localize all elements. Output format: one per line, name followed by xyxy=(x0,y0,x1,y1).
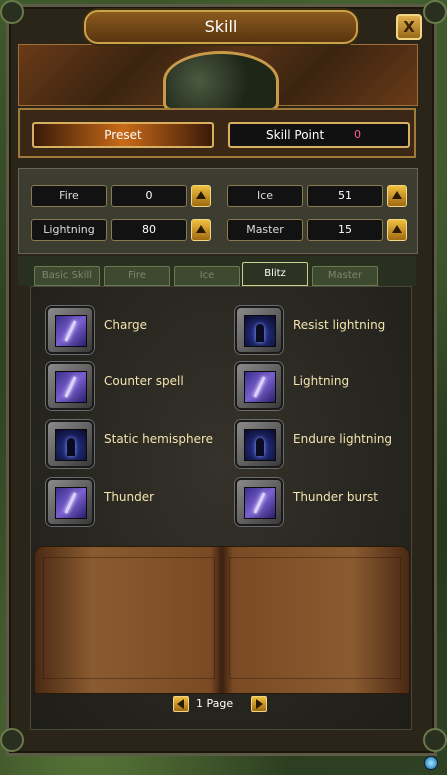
bolt-icon xyxy=(55,487,87,519)
stat-name: Master xyxy=(227,219,303,241)
figure-icon xyxy=(55,429,87,461)
close-button[interactable]: X xyxy=(396,14,422,40)
skill-tabs: Basic Skill Fire Ice Blitz Master xyxy=(18,256,416,286)
skill-point-value: 0 xyxy=(354,128,361,141)
figure-icon xyxy=(244,429,276,461)
stat-value: 0 xyxy=(111,185,187,207)
bolt-icon xyxy=(244,371,276,403)
stat-value: 80 xyxy=(111,219,187,241)
preset-button[interactable]: Preset xyxy=(32,122,214,148)
next-page-button[interactable] xyxy=(251,696,267,712)
skill-name: Resist lightning xyxy=(293,318,386,332)
figure-icon xyxy=(244,315,276,347)
status-orb-icon[interactable] xyxy=(424,756,438,770)
corner-ornament xyxy=(423,728,447,752)
corner-ornament xyxy=(423,0,447,24)
element-stats-panel: Fire 0 Ice 51 Lightning 80 Master 15 xyxy=(18,168,418,254)
banner-emblem xyxy=(163,51,279,111)
stat-value: 51 xyxy=(307,185,383,207)
spellbook-decoration xyxy=(34,546,410,694)
page-indicator: 1 Page xyxy=(196,697,234,710)
skill-name: Counter spell xyxy=(104,374,184,388)
increase-fire-button[interactable] xyxy=(191,185,211,207)
tab-master[interactable]: Master xyxy=(312,266,378,286)
skill-point-label: Skill Point xyxy=(266,128,325,142)
tab-ice[interactable]: Ice xyxy=(174,266,240,286)
skill-slot[interactable] xyxy=(235,362,283,410)
skill-slot[interactable] xyxy=(235,306,283,354)
book-right-page xyxy=(229,557,401,679)
stat-name: Fire xyxy=(31,185,107,207)
skill-point-display: Skill Point 0 xyxy=(228,122,410,148)
top-bar: Preset Skill Point 0 xyxy=(18,108,416,158)
skill-slot[interactable] xyxy=(235,478,283,526)
skill-slot[interactable] xyxy=(46,420,94,468)
increase-master-button[interactable] xyxy=(387,219,407,241)
skill-name: Endure lightning xyxy=(293,432,393,446)
skill-name: Thunder xyxy=(104,490,155,504)
skill-slot[interactable] xyxy=(235,420,283,468)
stat-name: Lightning xyxy=(31,219,107,241)
book-left-page xyxy=(43,557,215,679)
window-title: Skill xyxy=(84,10,358,44)
bolt-icon xyxy=(55,315,87,347)
stat-name: Ice xyxy=(227,185,303,207)
increase-lightning-button[interactable] xyxy=(191,219,211,241)
bolt-icon xyxy=(55,371,87,403)
corner-ornament xyxy=(0,728,24,752)
skill-name: Thunder burst xyxy=(293,490,379,504)
skill-slot[interactable] xyxy=(46,306,94,354)
corner-ornament xyxy=(0,0,24,24)
skill-slot[interactable] xyxy=(46,478,94,526)
tab-basic-skill[interactable]: Basic Skill xyxy=(34,266,100,286)
header-banner xyxy=(18,44,418,111)
skill-name: Lightning xyxy=(293,374,350,388)
previous-page-button[interactable] xyxy=(173,696,189,712)
pager: 1 Page xyxy=(0,696,447,714)
increase-ice-button[interactable] xyxy=(387,185,407,207)
skill-slot[interactable] xyxy=(46,362,94,410)
bolt-icon xyxy=(244,487,276,519)
tab-fire[interactable]: Fire xyxy=(104,266,170,286)
tab-blitz[interactable]: Blitz xyxy=(242,262,308,286)
skill-name: Static hemisphere xyxy=(104,432,214,446)
skill-name: Charge xyxy=(104,318,148,332)
stat-value: 15 xyxy=(307,219,383,241)
